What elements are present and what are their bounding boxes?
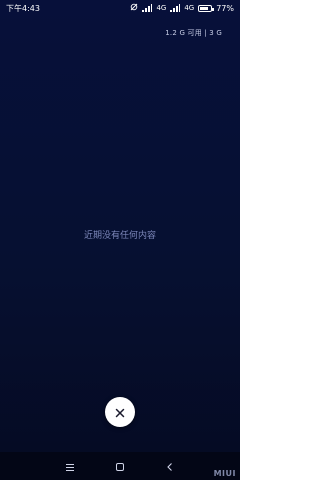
network-type-sim2: 4G bbox=[184, 4, 195, 12]
empty-recents-message: 近期没有任何内容 bbox=[83, 231, 156, 241]
miui-watermark: MIUI bbox=[213, 469, 236, 478]
signal-strength-icon-sim1 bbox=[142, 4, 153, 12]
back-button[interactable] bbox=[163, 459, 177, 473]
home-icon bbox=[115, 457, 125, 476]
back-icon bbox=[165, 457, 175, 476]
status-bar-right: 4G 4G 77% bbox=[130, 3, 234, 13]
navigation-bar: MIUI bbox=[0, 452, 240, 480]
battery-icon bbox=[198, 4, 215, 12]
network-type-sim1: 4G bbox=[156, 4, 167, 12]
status-time: 下午4:43 bbox=[6, 3, 40, 13]
close-icon bbox=[115, 403, 125, 422]
memory-info: 1.2 G 可用 | 3 G bbox=[165, 29, 222, 37]
signal-strength-icon-sim2 bbox=[170, 4, 181, 12]
clear-all-button[interactable] bbox=[105, 397, 135, 427]
status-bar: 下午4:43 4G 4G 77% bbox=[0, 0, 240, 16]
menu-icon bbox=[65, 457, 75, 476]
battery-percentage: 77% bbox=[216, 3, 234, 13]
recent-apps-screen: 下午4:43 4G 4G 77% 1.2 G 可用 | 3 G 近期没有任何内容… bbox=[0, 0, 240, 480]
status-bar-left: 下午4:43 bbox=[6, 3, 40, 14]
home-button[interactable] bbox=[113, 459, 127, 473]
sync-off-icon bbox=[130, 3, 138, 13]
menu-button[interactable] bbox=[63, 459, 77, 473]
